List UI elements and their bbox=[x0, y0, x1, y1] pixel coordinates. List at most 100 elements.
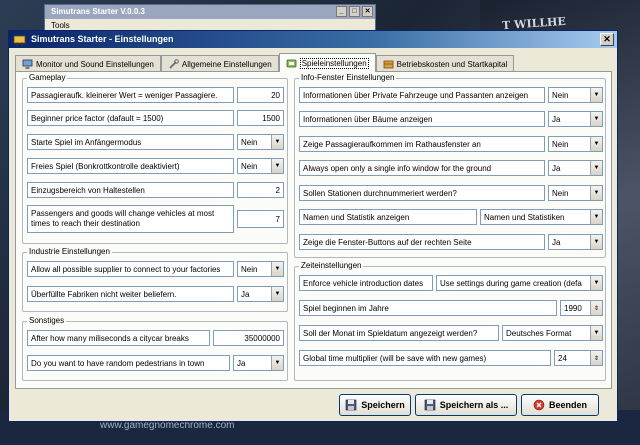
chevron-down-icon: ▼ bbox=[590, 186, 602, 200]
industry-label-suppliers: Allow all possible supplier to connect t… bbox=[27, 261, 234, 277]
gameplay-label-free-play: Freies Spiel (Bonkrottkontrolle deaktivi… bbox=[27, 158, 234, 174]
button-bar: Speichern Speichern als ... Beenden bbox=[9, 393, 617, 419]
info-label-private-vehicles: Informationen über Private Fahrzeuge und… bbox=[299, 87, 545, 103]
misc-label-citycar: After how many miliseconds a citycar bre… bbox=[27, 330, 210, 346]
info-trees-value: Ja bbox=[552, 114, 561, 124]
close-circle-icon bbox=[533, 399, 545, 411]
gameplay-free-play-select[interactable]: Nein ▼ bbox=[237, 158, 284, 174]
save-as-button[interactable]: Speichern als ... bbox=[415, 394, 517, 416]
industry-overfull-select[interactable]: Ja ▼ bbox=[237, 286, 284, 302]
industry-label-overfull: Überfüllte Fabriken nicht weiter beliefe… bbox=[27, 286, 234, 302]
chevron-down-icon: ▼ bbox=[590, 137, 602, 151]
money-icon bbox=[383, 60, 394, 68]
gameplay-vehicle-change-input[interactable]: 7 bbox=[237, 210, 284, 228]
spinner-arrows-icon: ⇕ bbox=[590, 301, 602, 315]
misc-citycar-input[interactable]: 35000000 bbox=[213, 330, 284, 346]
time-start-year-spinner[interactable]: 1990 ⇕ bbox=[560, 300, 603, 316]
misc-label-pedestrians: Do you want to have random pedestrians i… bbox=[27, 355, 230, 371]
gameplay-group-title: Gameplay bbox=[27, 73, 68, 83]
floppy-disk-icon bbox=[424, 399, 436, 411]
time-label-time-multiplier: Global time multiplier (will be save wit… bbox=[299, 350, 551, 366]
info-label-townhall-passengers: Zeige Passagieraufkommen im Rathausfenst… bbox=[299, 136, 545, 152]
time-intro-dates-select[interactable]: Use settings during game creation (defa … bbox=[436, 275, 603, 291]
gameplay-passenger-input[interactable]: 20 bbox=[237, 87, 284, 103]
save-as-button-label: Speichern als ... bbox=[439, 400, 509, 410]
info-single-window-select[interactable]: Ja ▼ bbox=[548, 160, 603, 176]
game-icon bbox=[286, 59, 297, 67]
misc-group-title: Sonstiges bbox=[27, 316, 67, 326]
time-intro-dates-value: Use settings during game creation (defa bbox=[440, 278, 582, 288]
info-townhall-passengers-select[interactable]: Nein ▼ bbox=[548, 136, 603, 152]
misc-group: Sonstiges After how many miliseconds a c… bbox=[22, 316, 288, 381]
time-month-display-select[interactable]: Deutsches Format ▼ bbox=[502, 325, 603, 341]
info-label-single-window: Always open only a single info window fo… bbox=[299, 160, 545, 176]
chevron-down-icon: ▼ bbox=[590, 161, 602, 175]
info-window-buttons-right-value: Ja bbox=[552, 237, 561, 247]
gameplay-label-beginner-price: Beginner price factor (dafault = 1500) bbox=[27, 110, 234, 126]
floppy-disk-icon bbox=[345, 399, 357, 411]
time-start-year-value: 1990 bbox=[564, 303, 582, 313]
industry-suppliers-select[interactable]: Nein ▼ bbox=[237, 261, 284, 277]
window-close-button[interactable]: ✕ bbox=[600, 33, 614, 46]
industry-group: Industrie Einstellungen Allow all possib… bbox=[22, 247, 288, 312]
background-window: Simutrans Starter V.0.0.3 _ □ ✕ Tools bbox=[44, 4, 376, 32]
background-close-button[interactable]: ✕ bbox=[362, 6, 373, 17]
gameplay-beginner-mode-select[interactable]: Nein ▼ bbox=[237, 134, 284, 150]
industry-group-title: Industrie Einstellungen bbox=[27, 247, 112, 257]
maximize-button[interactable]: □ bbox=[349, 6, 360, 17]
tab-monitor-sound[interactable]: Monitor und Sound Einstellungen bbox=[15, 55, 161, 72]
quit-button-label: Beenden bbox=[548, 400, 587, 410]
tab-operating-costs[interactable]: Betriebskosten und Startkapital bbox=[375, 55, 515, 72]
tab-operating-costs-label: Betriebskosten und Startkapital bbox=[396, 59, 508, 69]
settings-window: Simutrans Starter - Einstellungen ✕ Moni… bbox=[8, 30, 618, 422]
monitor-icon bbox=[22, 59, 33, 69]
tab-monitor-sound-label: Monitor und Sound Einstellungen bbox=[36, 59, 154, 69]
quit-button[interactable]: Beenden bbox=[521, 394, 599, 416]
chevron-down-icon: ▼ bbox=[271, 135, 283, 149]
window-title: Simutrans Starter - Einstellungen bbox=[31, 34, 174, 44]
time-time-multiplier-value: 24 bbox=[558, 353, 567, 363]
game-settings-panel: Gameplay Passagieraufk. kleinerer Wert =… bbox=[15, 71, 612, 389]
save-button-label: Speichern bbox=[361, 400, 405, 410]
misc-pedestrians-select[interactable]: Ja ▼ bbox=[233, 355, 284, 371]
app-icon bbox=[13, 35, 26, 46]
info-names-statistics-select[interactable]: Namen und Statistiken ▼ bbox=[480, 209, 603, 225]
info-label-names-statistics: Namen und Statistik anzeigen bbox=[299, 209, 477, 225]
gameplay-free-play-value: Nein bbox=[241, 161, 258, 171]
info-label-station-numbering: Sollen Stationen durchnummeriert werden? bbox=[299, 185, 545, 201]
time-time-multiplier-spinner[interactable]: 24 ⇕ bbox=[554, 350, 603, 366]
info-private-vehicles-select[interactable]: Nein ▼ bbox=[548, 87, 603, 103]
gameplay-station-coverage-input[interactable]: 2 bbox=[237, 182, 284, 198]
save-button[interactable]: Speichern bbox=[339, 394, 411, 416]
chevron-down-icon: ▼ bbox=[271, 287, 283, 301]
info-window-group-title: Info-Fenster Einstellungen bbox=[299, 73, 397, 83]
gameplay-beginner-mode-value: Nein bbox=[241, 137, 258, 147]
minimize-button[interactable]: _ bbox=[336, 6, 347, 17]
info-window-buttons-right-select[interactable]: Ja ▼ bbox=[548, 234, 603, 250]
chevron-down-icon: ▼ bbox=[590, 112, 602, 126]
chevron-down-icon: ▼ bbox=[590, 276, 602, 290]
tab-general[interactable]: Allgemeine Einstellungen bbox=[160, 55, 279, 72]
info-single-window-value: Ja bbox=[552, 163, 561, 173]
time-label-month-display: Soll der Monat im Spieldatum angezeigt w… bbox=[299, 325, 499, 341]
tab-game-settings[interactable]: Spieleinstellungen bbox=[278, 53, 376, 72]
window-titlebar: Simutrans Starter - Einstellungen ✕ bbox=[9, 31, 617, 48]
time-settings-group-title: Zeiteinstellungen bbox=[299, 261, 364, 271]
gameplay-group: Gameplay Passagieraufk. kleinerer Wert =… bbox=[22, 73, 288, 244]
info-station-numbering-select[interactable]: Nein ▼ bbox=[548, 185, 603, 201]
industry-overfull-value: Ja bbox=[241, 289, 250, 299]
chevron-down-icon: ▼ bbox=[590, 326, 602, 340]
chevron-down-icon: ▼ bbox=[271, 262, 283, 276]
time-label-start-year: Spiel beginnen im Jahre bbox=[299, 300, 557, 316]
industry-suppliers-value: Nein bbox=[241, 264, 258, 274]
gameplay-beginner-price-input[interactable]: 1500 bbox=[237, 110, 284, 126]
gameplay-label-station-coverage: Einzugsbereich von Haltestellen bbox=[27, 182, 234, 198]
info-station-numbering-value: Nein bbox=[552, 188, 569, 198]
chevron-down-icon: ▼ bbox=[271, 159, 283, 173]
time-month-display-value: Deutsches Format bbox=[506, 328, 572, 338]
info-window-group: Info-Fenster Einstellungen Informationen… bbox=[294, 73, 606, 258]
time-label-intro-dates: Enforce vehicle introduction dates bbox=[299, 275, 433, 291]
background-window-titlebar: Simutrans Starter V.0.0.3 _ □ ✕ bbox=[45, 5, 375, 19]
spinner-arrows-icon: ⇕ bbox=[590, 351, 602, 365]
info-trees-select[interactable]: Ja ▼ bbox=[548, 111, 603, 127]
